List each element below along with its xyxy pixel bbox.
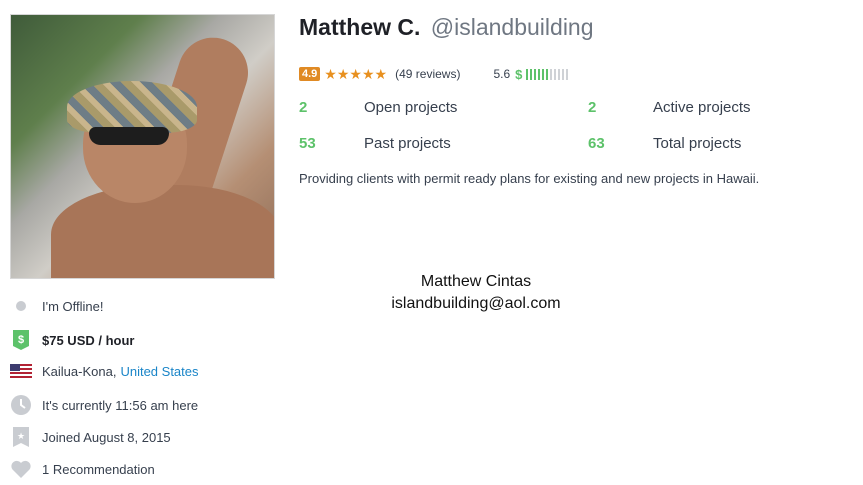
rating-badge: 4.9 [299, 67, 321, 81]
location: Kailua-Kona, United States [10, 360, 199, 382]
svg-text:$: $ [18, 334, 24, 346]
earnings-bar [530, 68, 533, 80]
clock-icon [10, 394, 32, 416]
earnings-bar [558, 68, 561, 80]
joined-text: Joined August 8, 2015 [42, 429, 171, 445]
stat-value: 2 [588, 99, 597, 116]
earnings-bar [566, 68, 569, 80]
star-rating: ★★★★★ [324, 66, 387, 83]
heart-icon [10, 458, 32, 480]
recommendations-text: 1 Recommendation [42, 461, 155, 477]
star-icon: ★ [336, 65, 350, 82]
stat-label: Total projects [653, 135, 742, 152]
profile-name: Matthew C. @islandbuilding [299, 14, 594, 41]
earnings-bar [546, 68, 549, 80]
local-time: It's currently 11:56 am here [10, 394, 198, 416]
star-icon: ★ [349, 65, 362, 82]
star-icon: ★ [361, 65, 375, 82]
offline-dot-icon [10, 295, 32, 317]
hourly-rate-text: $75 USD / hour [42, 332, 135, 348]
username-handle: @islandbuilding [430, 14, 594, 40]
earnings-bars [526, 68, 569, 80]
earnings-bar [550, 68, 553, 80]
dollar-icon: $ [515, 66, 523, 82]
profile-photo [10, 14, 275, 279]
stat-label: Open projects [364, 99, 458, 116]
earnings-score-value: 5.6 [493, 67, 511, 81]
joined-date: ★ Joined August 8, 2015 [10, 426, 171, 448]
reviews-link[interactable]: (49 reviews) [395, 67, 460, 81]
star-icon: ★ [374, 65, 388, 82]
earnings-bar [534, 68, 537, 80]
stat-value: 53 [299, 135, 316, 152]
profile-description: Providing clients with permit ready plan… [299, 171, 760, 186]
display-name: Matthew C. [299, 14, 421, 40]
joined-badge-icon: ★ [10, 426, 32, 448]
earnings-bar [538, 68, 541, 80]
stat-value: 2 [299, 99, 308, 116]
stat-label: Active projects [653, 99, 751, 116]
us-flag-icon [10, 360, 32, 382]
earnings-bar [554, 68, 557, 80]
rating-row: 4.9 ★★★★★ (49 reviews) 5.6 $ [299, 66, 569, 83]
hourly-rate: $ $75 USD / hour [10, 329, 134, 351]
earnings-bar [562, 68, 565, 80]
status-text: I'm Offline! [42, 298, 104, 314]
svg-text:★: ★ [17, 432, 25, 442]
city-text: Kailua-Kona, [42, 363, 117, 379]
stat-value: 63 [588, 135, 605, 152]
earnings-bar [526, 68, 529, 80]
star-icon: ★ [324, 65, 337, 82]
dollar-tag-icon: $ [10, 329, 32, 351]
country-link[interactable]: United States [120, 364, 198, 379]
earnings-score: 5.6 $ [493, 66, 569, 82]
recommendations: 1 Recommendation [10, 458, 155, 480]
overlay-email: islandbuilding@aol.com [391, 295, 561, 312]
contact-overlay: Matthew Cintas islandbuilding@aol.com [376, 271, 576, 315]
online-status: I'm Offline! [10, 295, 103, 317]
earnings-bar [542, 68, 545, 80]
local-time-text: It's currently 11:56 am here [42, 397, 199, 413]
overlay-full-name: Matthew Cintas [420, 273, 532, 290]
stat-label: Past projects [364, 135, 451, 152]
